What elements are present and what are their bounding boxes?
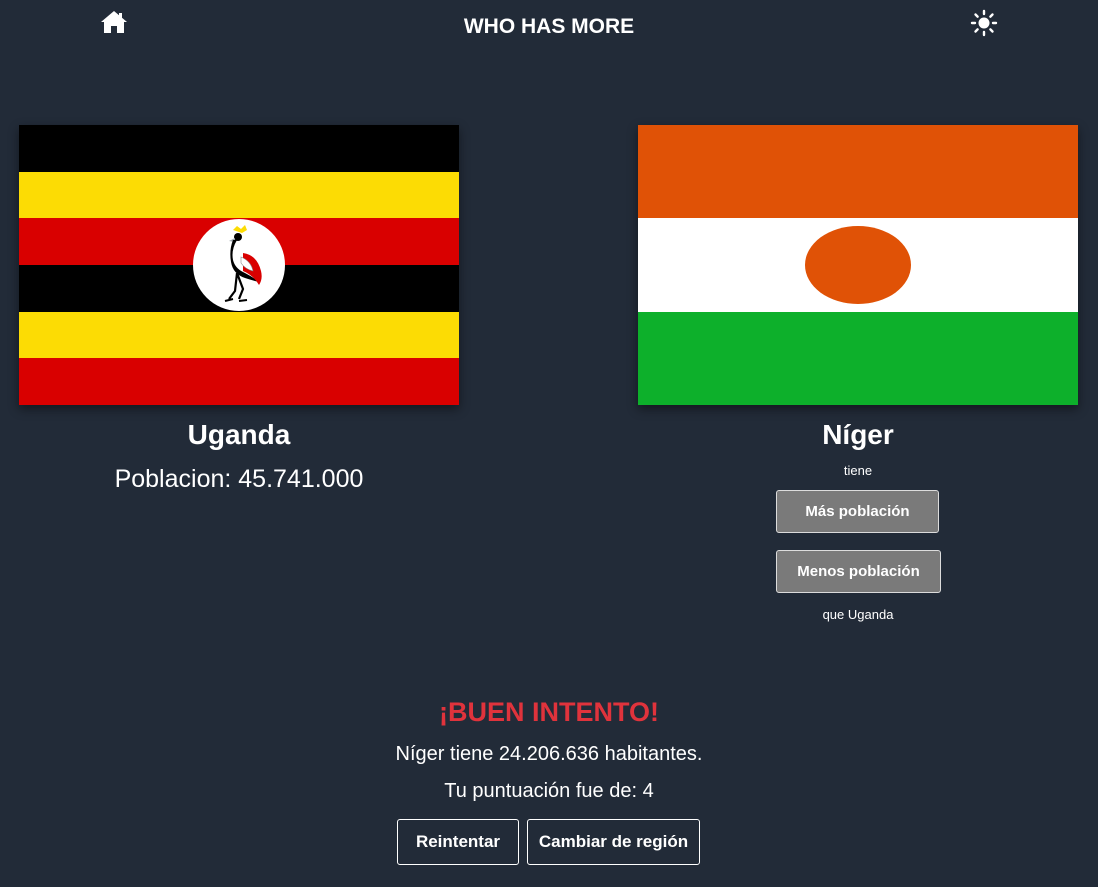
tiene-label: tiene [843, 463, 873, 478]
niger-flag [638, 125, 1078, 405]
retry-button[interactable]: Reintentar [397, 819, 519, 865]
score-text: Tu puntuación fue de: 4 [444, 780, 654, 802]
compare-label: que Uganda [822, 607, 894, 622]
left-country-name: Uganda [187, 419, 291, 450]
theme-toggle-button[interactable] [970, 9, 998, 37]
left-country-population: Poblacion: 45.741.000 [114, 465, 364, 493]
right-country-name: Níger [822, 419, 894, 450]
more-population-button[interactable]: Más población [776, 490, 939, 533]
result-title: ¡BUEN INTENTO! [439, 697, 659, 727]
sun-icon [970, 9, 998, 37]
page-title: WHO HAS MORE [463, 15, 635, 38]
result-detail: Níger tiene 24.206.636 habitantes. [395, 743, 703, 765]
change-region-button[interactable]: Cambiar de región [527, 819, 700, 865]
header: WHO HAS MORE [0, 0, 1098, 56]
less-population-button[interactable]: Menos población [776, 550, 941, 593]
uganda-flag [19, 125, 459, 405]
